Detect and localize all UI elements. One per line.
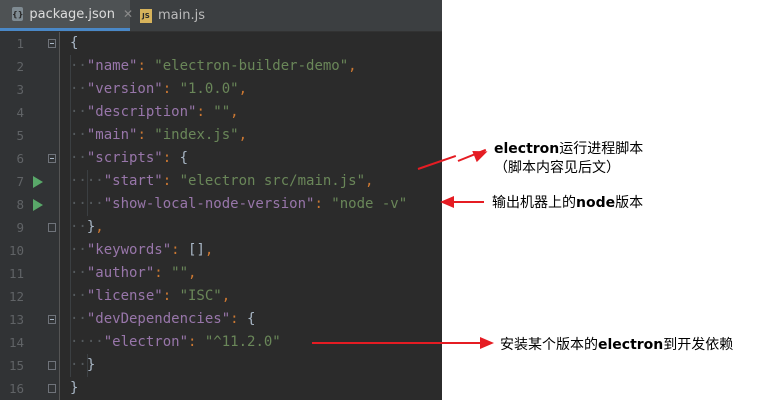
code-line: { (70, 35, 79, 51)
code-line: ··"name": "electron-builder-demo", (70, 58, 357, 74)
line-number: 1 (16, 36, 24, 51)
code-line: ··"version": "1.0.0", (70, 81, 248, 97)
line-number: 4 (16, 105, 24, 120)
code-line: ··}, (70, 219, 104, 235)
line-number: 15 (8, 358, 24, 373)
code-line: ····"show-local-node-version": "node -v" (70, 196, 408, 212)
code-line: ····"start": "electron src/main.js", (70, 173, 374, 189)
code-line: ····"electron": "^11.2.0" (70, 334, 281, 350)
json-file-icon: {} (12, 7, 24, 21)
fold-marker-icon[interactable] (48, 361, 56, 370)
line-number: 16 (8, 381, 24, 396)
editor-tab-bar: {} package.json ✕ JS main.js (0, 0, 442, 32)
code-editor: {} package.json ✕ JS main.js 1 2 3 4 5 6… (0, 0, 442, 400)
fold-marker-icon[interactable] (48, 315, 56, 324)
code-area[interactable]: { ··"name": "electron-builder-demo", ··"… (70, 32, 442, 400)
fold-marker-icon[interactable] (48, 154, 56, 163)
annotation-start-script: electron运行进程脚本 （脚本内容见后文） (494, 141, 644, 176)
annotation-arrow-line (312, 342, 482, 344)
annotation-arrow-line (452, 201, 484, 203)
line-number: 11 (8, 266, 24, 281)
code-line: ··"description": "", (70, 104, 239, 120)
line-number: 7 (16, 174, 24, 189)
annotation-arrowhead-icon (480, 337, 494, 349)
code-line: ··"devDependencies": { (70, 311, 256, 327)
line-number: 14 (8, 335, 24, 350)
line-number: 9 (16, 220, 24, 235)
line-number: 2 (16, 59, 24, 74)
code-line: ··} (70, 357, 96, 373)
code-line: ··"author": "", (70, 265, 197, 281)
code-line: } (70, 380, 79, 396)
code-line: ··"scripts": { (70, 150, 189, 166)
annotation-install-electron: 安装某个版本的electron到开发依赖 (500, 337, 734, 353)
line-number: 6 (16, 151, 24, 166)
annotation-arrowhead-icon (472, 145, 490, 163)
line-number: 8 (16, 197, 24, 212)
fold-marker-icon[interactable] (48, 39, 56, 48)
run-script-node-version-icon[interactable] (33, 199, 43, 211)
line-number: 5 (16, 128, 24, 143)
annotation-node-version: 输出机器上的node版本 (492, 195, 644, 211)
run-script-start-icon[interactable] (33, 176, 43, 188)
fold-marker-icon[interactable] (48, 223, 56, 232)
code-line: ··"main": "index.js", (70, 127, 248, 143)
js-file-icon: JS (140, 8, 152, 23)
line-number: 3 (16, 82, 24, 97)
tab-label: main.js (158, 8, 205, 23)
fold-marker-icon[interactable] (48, 384, 56, 393)
code-line: ··"license": "ISC", (70, 288, 231, 304)
line-number: 12 (8, 289, 24, 304)
tab-label: package.json (29, 6, 115, 22)
code-line: ··"keywords": [], (70, 242, 214, 258)
tab-package-json[interactable]: {} package.json ✕ (0, 0, 133, 31)
line-number: 10 (8, 243, 24, 258)
line-gutter: 1 2 3 4 5 6 7 8 9 10 11 12 13 14 15 16 (0, 32, 60, 400)
line-number: 13 (8, 312, 24, 327)
tab-main-js[interactable]: JS main.js (130, 0, 250, 31)
